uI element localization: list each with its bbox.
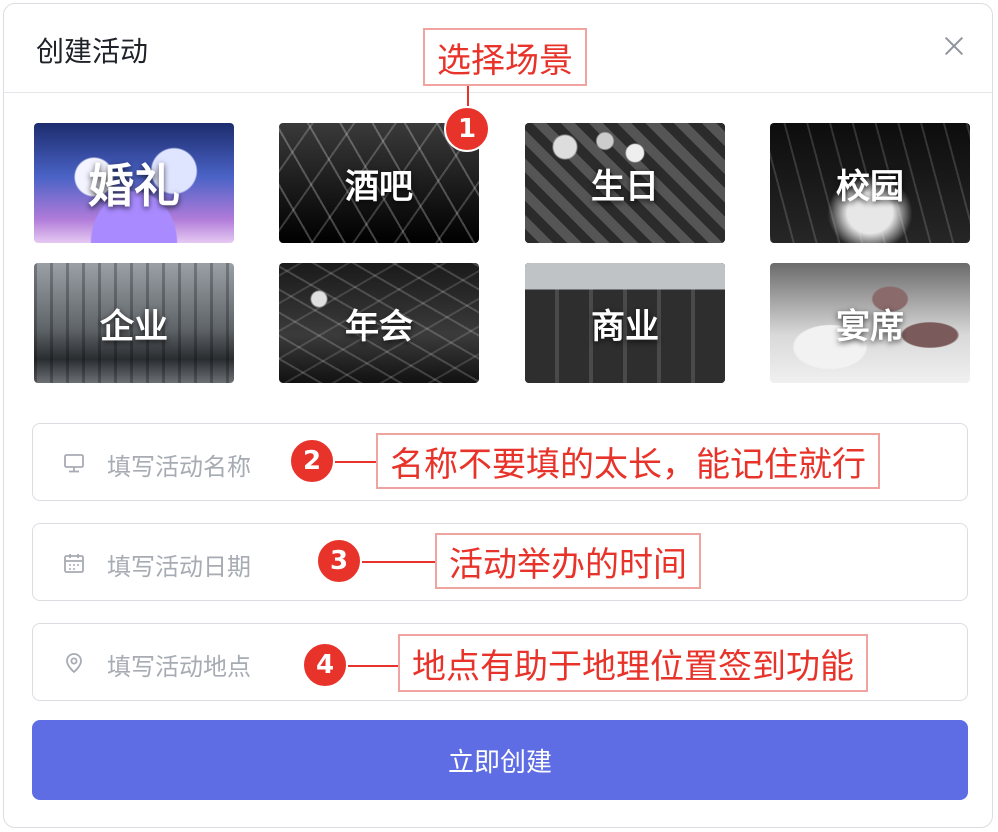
annotation-2-connector [335, 461, 377, 463]
scene-birthday[interactable]: 生日 [525, 123, 725, 243]
scene-label: 婚礼 [88, 159, 180, 213]
scene-label: 年会 [345, 306, 413, 347]
create-now-button[interactable]: 立即创建 [32, 720, 968, 800]
annotation-2-badge: 2 [289, 438, 335, 484]
location-pin-icon [66, 653, 82, 674]
annotation-3-callout: 活动举办的时间 [435, 533, 701, 589]
scene-campus[interactable]: 校园 [770, 123, 970, 243]
scene-label: 校园 [836, 166, 904, 207]
scene-label: 生日 [591, 166, 659, 207]
annotation-3-connector [362, 561, 436, 563]
dialog-title: 创建活动 [36, 35, 149, 68]
annotation-1-badge: 1 [444, 106, 490, 152]
scene-label: 商业 [591, 306, 659, 347]
scene-wedding[interactable]: 婚礼 [34, 123, 234, 243]
activity-name-placeholder: 填写活动名称 [107, 453, 251, 481]
monitor-icon [64, 454, 84, 473]
scene-enterprise[interactable]: 企业 [34, 263, 234, 383]
scene-label: 企业 [100, 306, 168, 347]
annotation-1-callout: 选择场景 [423, 28, 587, 86]
annotation-4-badge: 4 [302, 642, 348, 688]
scene-label: 宴席 [836, 306, 904, 347]
annotation-3-badge: 3 [316, 538, 362, 584]
annotation-2-callout: 名称不要填的太长，能记住就行 [376, 433, 880, 489]
scene-commercial[interactable]: 商业 [525, 263, 725, 383]
scene-banquet[interactable]: 宴席 [770, 263, 970, 383]
calendar-icon [64, 554, 84, 573]
annotation-4-connector [348, 665, 399, 667]
activity-location-placeholder: 填写活动地点 [107, 653, 251, 681]
activity-date-placeholder: 填写活动日期 [107, 553, 251, 581]
annotation-4-callout: 地点有助于地理位置签到功能 [398, 634, 868, 692]
close-icon[interactable] [942, 34, 966, 58]
scene-annual-party[interactable]: 年会 [279, 263, 479, 383]
